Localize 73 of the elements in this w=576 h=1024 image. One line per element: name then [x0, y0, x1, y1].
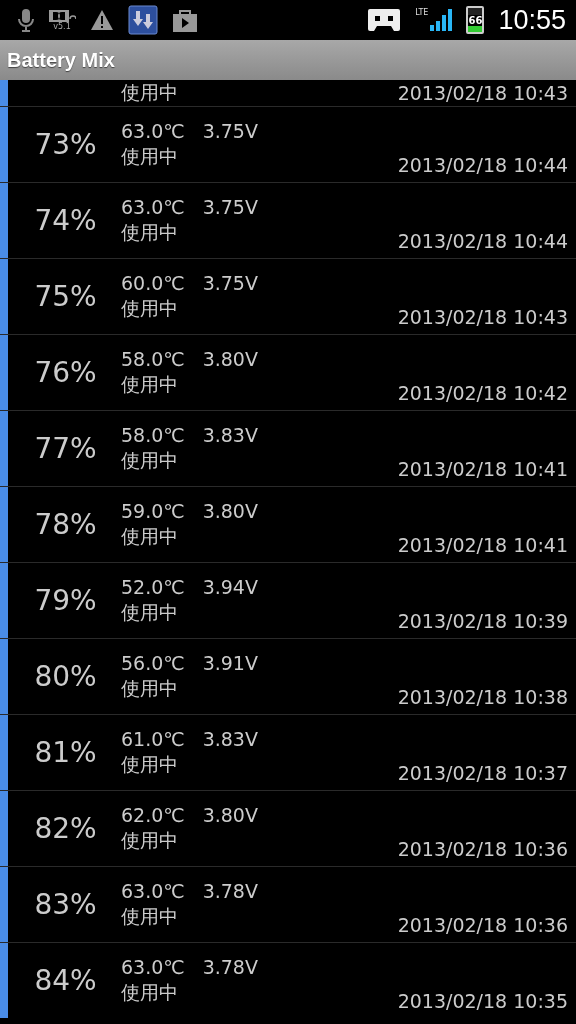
timestamp: 2013/02/18 10:43 [397, 82, 568, 106]
battery-percent: 75% [33, 279, 98, 315]
temperature: 60.0℃ [121, 271, 185, 294]
microphone-icon [18, 8, 34, 32]
temperature: 58.0℃ [121, 423, 185, 446]
battery-percent: 82% [33, 811, 98, 847]
status-text: 使用中 [121, 447, 178, 473]
timestamp: 2013/02/18 10:37 [397, 762, 568, 786]
status-text: 使用中 [121, 80, 178, 105]
status-text: 使用中 [121, 903, 178, 929]
voltage: 3.91V [202, 651, 258, 674]
voltage: 3.75V [202, 271, 258, 294]
timestamp: 2013/02/18 10:44 [397, 230, 568, 254]
timestamp: 2013/02/18 10:36 [397, 914, 568, 938]
status-text: 使用中 [121, 143, 178, 169]
app-title: Battery Mix [7, 48, 115, 72]
timestamp: 2013/02/18 10:42 [397, 382, 568, 406]
temperature: 62.0℃ [121, 803, 185, 826]
network-type: LTE [415, 9, 429, 17]
temperature: 63.0℃ [121, 195, 185, 218]
shopping-bag-icon [172, 7, 198, 33]
timestamp: 2013/02/18 10:38 [397, 686, 568, 710]
voltage: 3.75V [202, 119, 258, 142]
status-text: 使用中 [121, 751, 178, 777]
battery-percent: 81% [33, 735, 98, 771]
signal-icon [430, 9, 453, 31]
timestamp: 2013/02/18 10:44 [397, 154, 568, 178]
status-text: 使用中 [121, 827, 178, 853]
dolby-version: v5.1 [53, 23, 71, 31]
download-icon [128, 5, 158, 35]
timestamp: 2013/02/18 10:36 [397, 838, 568, 862]
voltage: 3.94V [202, 575, 258, 598]
voltage: 3.75V [202, 195, 258, 218]
battery-percent: 84% [33, 963, 98, 999]
temperature: 52.0℃ [121, 575, 185, 598]
cassette-icon [367, 8, 402, 32]
status-text: 使用中 [121, 979, 178, 1005]
battery-icon: 66 [466, 6, 485, 34]
status-text: 使用中 [121, 523, 178, 549]
warning-icon [90, 9, 114, 31]
temperature: 56.0℃ [121, 651, 185, 674]
status-text: 使用中 [121, 295, 178, 321]
temperature: 61.0℃ [121, 727, 185, 750]
battery-percent: 74% [33, 203, 98, 239]
timestamp: 2013/02/18 10:39 [397, 610, 568, 634]
voltage: 3.80V [202, 499, 258, 522]
battery-percent: 80% [33, 659, 98, 695]
battery-percent: 83% [33, 887, 98, 923]
temperature: 63.0℃ [121, 955, 185, 978]
status-text: 使用中 [121, 371, 178, 397]
status-text: 使用中 [121, 219, 178, 245]
timestamp: 2013/02/18 10:41 [397, 458, 568, 482]
timestamp: 2013/02/18 10:35 [397, 990, 568, 1014]
battery-percent: 76% [33, 355, 98, 391]
status-text: 使用中 [121, 675, 178, 701]
temperature: 58.0℃ [121, 347, 185, 370]
clock: 10:55 [498, 4, 566, 36]
voltage: 3.83V [202, 423, 258, 446]
battery-percent: 79% [33, 583, 98, 619]
voltage: 3.80V [202, 347, 258, 370]
voltage: 3.80V [202, 803, 258, 826]
timestamp: 2013/02/18 10:41 [397, 534, 568, 558]
battery-percent: 78% [33, 507, 98, 543]
temperature: 63.0℃ [121, 879, 185, 902]
battery-percent: 73% [33, 127, 98, 163]
status-text: 使用中 [121, 599, 178, 625]
temperature: 63.0℃ [121, 119, 185, 142]
voltage: 3.83V [202, 727, 258, 750]
battery-percent: 77% [33, 431, 98, 467]
timestamp: 2013/02/18 10:43 [397, 306, 568, 330]
voltage: 3.78V [202, 955, 258, 978]
temperature: 59.0℃ [121, 499, 185, 522]
voltage: 3.78V [202, 879, 258, 902]
